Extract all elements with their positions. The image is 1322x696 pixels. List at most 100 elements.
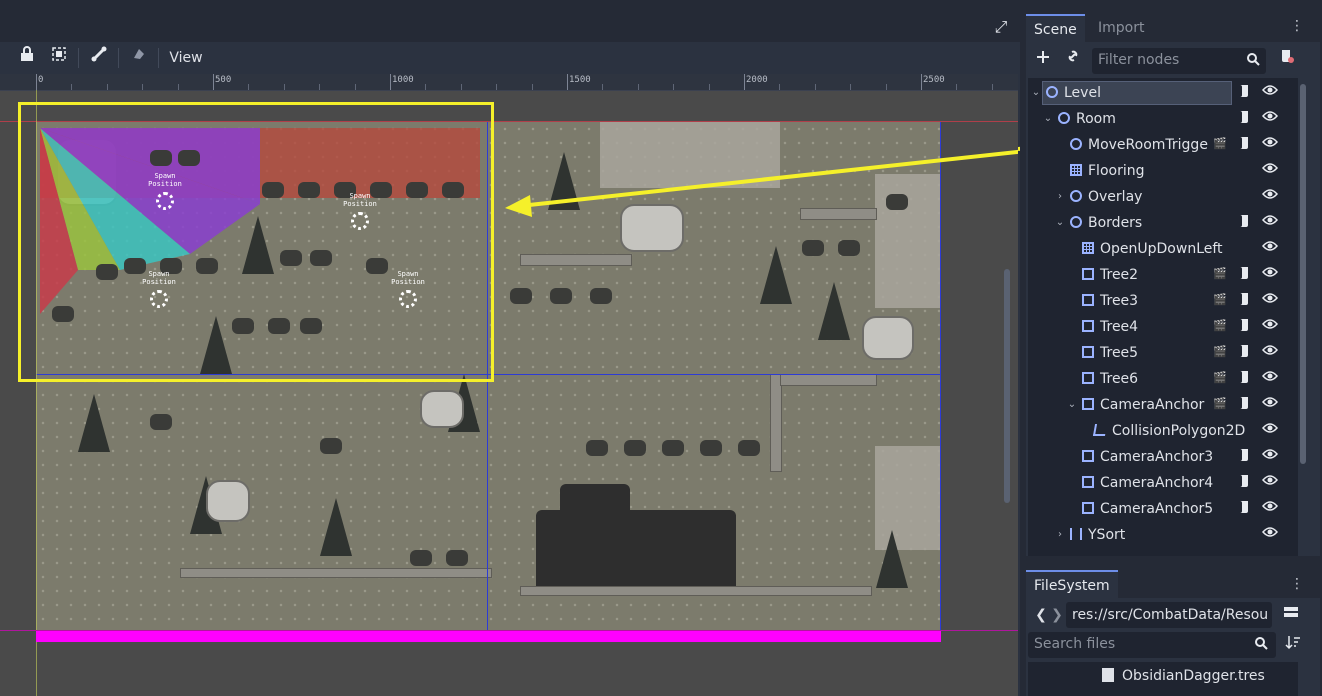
collapse-arrow-icon[interactable]: ⌄ (1066, 392, 1078, 418)
script-icon[interactable] (1236, 370, 1252, 386)
scene-node-label: OpenUpDownLeft (1100, 241, 1223, 257)
open-in-editor-icon[interactable]: 🎬 (1212, 396, 1228, 412)
script-icon[interactable] (1236, 292, 1252, 308)
scene-node-row[interactable]: CameraAnchor3 (1028, 444, 1298, 470)
script-icon[interactable] (1236, 474, 1252, 490)
scene-node-row[interactable]: ⌄ CameraAnchor 🎬 (1028, 392, 1298, 418)
collapse-arrow-icon[interactable]: ⌄ (1054, 210, 1066, 236)
node-type-dashed-icon (1082, 268, 1094, 280)
script-icon[interactable] (1236, 448, 1252, 464)
tab-import[interactable]: Import (1090, 14, 1152, 42)
search-files-input[interactable] (1028, 632, 1180, 656)
forward-icon[interactable]: ❯ (1046, 604, 1068, 626)
split-view-icon[interactable] (1280, 604, 1302, 626)
visibility-eye-icon[interactable] (1262, 370, 1278, 386)
open-in-editor-icon[interactable]: 🎬 (1212, 318, 1228, 334)
file-list[interactable]: ObsidianDagger.tres (1028, 662, 1298, 696)
bone-icon[interactable] (88, 46, 110, 70)
scene-tree[interactable]: ⌄ Level ⌄ Room MoveRoomTrigge 🎬 Flooring › Overl… (1028, 78, 1298, 556)
filter-nodes-input[interactable] (1092, 48, 1244, 72)
canvas-viewport[interactable]: 0 500 1000 1500 2000 2500 Spawn Position… (0, 74, 1018, 696)
visibility-eye-icon[interactable] (1262, 422, 1278, 438)
instance-link-icon[interactable] (1062, 48, 1084, 70)
view-menu-button[interactable]: View (166, 46, 206, 70)
script-icon[interactable] (1236, 500, 1252, 516)
scene-node-row[interactable]: ⌄ Room (1028, 106, 1298, 132)
scene-node-row[interactable]: Tree2 🎬 (1028, 262, 1298, 288)
script-icon[interactable] (1236, 136, 1252, 152)
expand-arrow-icon[interactable]: › (1054, 184, 1066, 210)
scene-node-row[interactable]: Tree5 🎬 (1028, 340, 1298, 366)
script-filter-icon[interactable] (1276, 48, 1298, 70)
visibility-eye-icon[interactable] (1262, 318, 1278, 334)
script-icon[interactable] (1236, 396, 1252, 412)
open-in-editor-icon[interactable]: 🎬 (1212, 136, 1228, 152)
visibility-eye-icon[interactable] (1262, 214, 1278, 230)
scene-tree-scrollbar[interactable] (1300, 84, 1306, 464)
scene-node-row[interactable]: MoveRoomTrigge 🎬 (1028, 132, 1298, 158)
collapse-arrow-icon[interactable]: ⌄ (1030, 80, 1042, 106)
visibility-eye-icon[interactable] (1262, 500, 1278, 516)
scene-panel-tabs: Scene Import (1026, 14, 1316, 42)
open-in-editor-icon[interactable]: 🎬 (1212, 370, 1228, 386)
visibility-eye-icon[interactable] (1262, 110, 1278, 126)
scene-node-row[interactable]: ⌄ Level (1028, 80, 1298, 106)
collapse-arrow-icon[interactable]: ⌄ (1042, 106, 1054, 132)
search-files-field[interactable] (1028, 632, 1276, 658)
scene-node-row[interactable]: Tree4 🎬 (1028, 314, 1298, 340)
open-in-editor-icon[interactable]: 🎬 (1212, 266, 1228, 282)
visibility-eye-icon[interactable] (1262, 84, 1278, 100)
script-icon[interactable] (1236, 266, 1252, 282)
script-icon[interactable] (1236, 110, 1252, 126)
scene-panel: ⌄ Level ⌄RoomMoveRoomTrigge🎬Flooring›Overl… (1026, 42, 1320, 556)
scene-node-label: Tree6 (1100, 371, 1139, 387)
visibility-eye-icon[interactable] (1262, 136, 1278, 152)
scene-panel-menu-icon[interactable]: ⋮ (1290, 19, 1304, 33)
viewport-scrollbar[interactable] (1004, 269, 1010, 503)
scene-node-row[interactable]: OpenUpDownLeft (1028, 236, 1298, 262)
scene-node-row[interactable]: CameraAnchor4 (1028, 470, 1298, 496)
scene-node-label: Tree3 (1100, 293, 1139, 309)
add-node-icon[interactable] (1032, 48, 1054, 70)
scene-node-row[interactable]: Tree3 🎬 (1028, 288, 1298, 314)
file-item[interactable]: ObsidianDagger.tres (1122, 666, 1265, 686)
visibility-eye-icon[interactable] (1262, 344, 1278, 360)
visibility-eye-icon[interactable] (1262, 526, 1278, 542)
visibility-eye-icon[interactable] (1262, 162, 1278, 178)
visibility-eye-icon[interactable] (1262, 448, 1278, 464)
scene-node-row[interactable]: CollisionPolygon2D (1028, 418, 1298, 444)
scene-node-row[interactable]: › YSort (1028, 522, 1298, 548)
visibility-eye-icon[interactable] (1262, 396, 1278, 412)
tab-filesystem[interactable]: FileSystem (1026, 570, 1118, 598)
open-in-editor-icon[interactable]: 🎬 (1212, 344, 1228, 360)
script-icon[interactable] (1236, 344, 1252, 360)
sort-icon[interactable] (1282, 634, 1304, 656)
node-type-ysort-icon (1070, 528, 1082, 540)
maximize-icon[interactable]: ⤢ (990, 16, 1012, 38)
file-icon (1102, 668, 1114, 682)
group-icon[interactable] (48, 46, 70, 70)
scene-node-row[interactable]: Flooring (1028, 158, 1298, 184)
scene-node-label: Level (1064, 85, 1101, 101)
scene-node-row[interactable]: Tree6 🎬 (1028, 366, 1298, 392)
scene-node-row[interactable]: › Overlay (1028, 184, 1298, 210)
scene-node-row[interactable]: CameraAnchor5 (1028, 496, 1298, 522)
script-icon[interactable] (1236, 214, 1252, 230)
scene-node-row[interactable]: ⌄ Borders (1028, 210, 1298, 236)
filesystem-path-field[interactable]: res://src/CombatData/Resou (1066, 602, 1272, 628)
visibility-eye-icon[interactable] (1262, 474, 1278, 490)
visibility-eye-icon[interactable] (1262, 240, 1278, 256)
lock-icon[interactable] (16, 46, 38, 70)
skeleton-icon[interactable] (128, 46, 150, 70)
visibility-eye-icon[interactable] (1262, 266, 1278, 282)
open-in-editor-icon[interactable]: 🎬 (1212, 292, 1228, 308)
filesystem-menu-icon[interactable]: ⋮ (1290, 577, 1304, 591)
script-icon[interactable] (1236, 84, 1252, 100)
visibility-eye-icon[interactable] (1262, 292, 1278, 308)
filter-nodes-field[interactable] (1092, 48, 1266, 74)
script-icon[interactable] (1236, 318, 1252, 334)
visibility-eye-icon[interactable] (1262, 188, 1278, 204)
tab-scene[interactable]: Scene (1026, 14, 1085, 42)
node-type-cam-icon (1082, 450, 1094, 462)
expand-arrow-icon[interactable]: › (1054, 522, 1066, 548)
